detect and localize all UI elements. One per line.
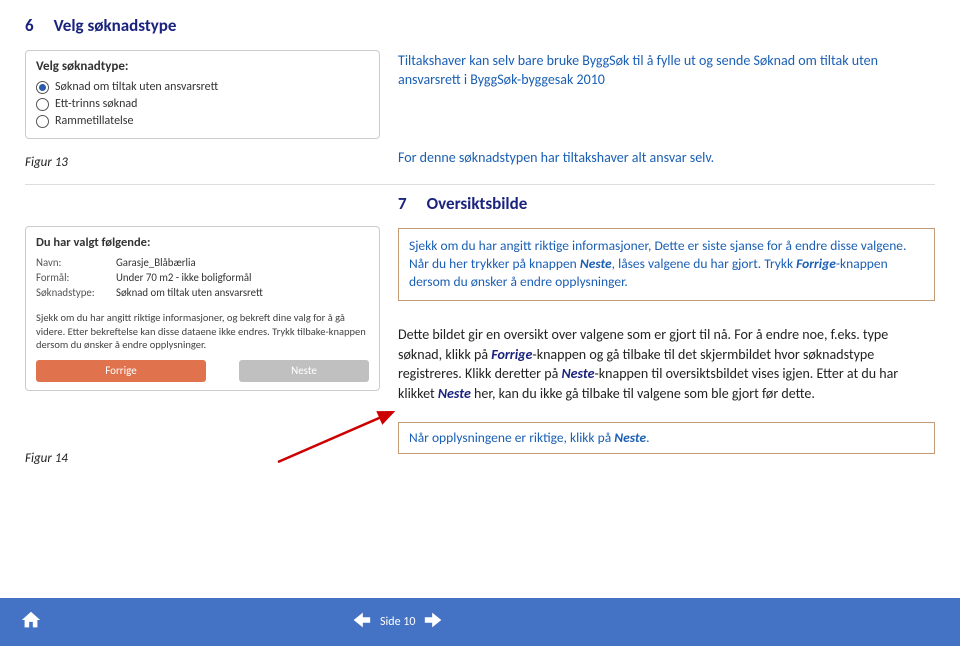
overview-name-val: Garasje_Blåbærlia (116, 256, 369, 269)
figure-13-caption: Figur 13 (25, 155, 380, 170)
box1-neste-word: Neste (580, 255, 612, 272)
radio-icon (36, 81, 49, 94)
box1-text-b: , låses valgene du har gjort. Trykk (612, 255, 797, 272)
overview-formal-val: Under 70 m2 - ikke boligformål (116, 271, 369, 284)
body-em-neste-1: Neste (561, 365, 594, 382)
section-7-box-2: Når opplysningene er riktige, klikk på N… (398, 422, 935, 454)
neste-button[interactable]: Neste (239, 360, 369, 382)
overview-type-key: Søknadstype: (36, 286, 116, 299)
body-em-forrige: Forrige (491, 346, 532, 363)
figure-14-caption: Figur 14 (25, 451, 380, 466)
overview-name-key: Navn: (36, 256, 116, 269)
section-6-intro: Tiltakshaver kan selv bare bruke ByggSøk… (398, 52, 935, 90)
body-part-d: her, kan du ikke gå tilbake til valgene … (471, 385, 815, 402)
home-icon[interactable] (20, 609, 42, 636)
forrige-button[interactable]: Forrige (36, 360, 206, 382)
overview-type-val: Søknad om tiltak uten ansvarsrett (116, 286, 369, 299)
section-7-box-1: Sjekk om du har angitt riktige informasj… (398, 228, 935, 301)
body-em-neste-2: Neste (438, 385, 471, 402)
radio-icon (36, 115, 49, 128)
overview-formal-key: Formål: (36, 271, 116, 284)
radio-panel-heading: Velg søknadtype: (36, 59, 369, 74)
box2-neste-word: Neste (614, 429, 646, 446)
section-6-number: 6 (25, 15, 34, 36)
overview-instruction: Sjekk om du har angitt riktige informasj… (36, 311, 369, 352)
overview-heading: Du har valgt følgende: (36, 235, 369, 250)
radio-label: Ett-trinns søknad (55, 97, 137, 111)
page-number-label: Side 10 (380, 615, 415, 629)
radio-label: Rammetillatelse (55, 114, 133, 128)
box2-text-a: Når opplysningene er riktige, klikk på (409, 429, 614, 446)
arrow-left-icon[interactable] (350, 609, 372, 636)
radio-label: Søknad om tiltak uten ansvarsrett (55, 80, 218, 94)
figure-13-radio-panel: Velg søknadtype: Søknad om tiltak uten a… (25, 50, 380, 139)
section-7-body: Dette bildet gir en oversikt over valgen… (398, 325, 935, 405)
section-7-number: 7 (398, 193, 407, 214)
radio-option-1[interactable]: Søknad om tiltak uten ansvarsrett (36, 80, 369, 94)
radio-option-2[interactable]: Ett-trinns søknad (36, 97, 369, 111)
box1-forrige-word: Forrige (796, 255, 836, 272)
section-6-ansvar: For denne søknadstypen har tiltakshaver … (398, 149, 935, 168)
figure-14-overview-panel: Du har valgt følgende: Navn: Garasje_Blå… (25, 226, 380, 391)
arrow-right-icon[interactable] (423, 609, 445, 636)
radio-icon (36, 98, 49, 111)
section-6-title: Velg søknadstype (54, 15, 177, 36)
radio-option-3[interactable]: Rammetillatelse (36, 114, 369, 128)
section-7-title: Oversiktsbilde (427, 193, 528, 214)
footer-bar: Side 10 (0, 598, 960, 646)
box2-text-b: . (646, 429, 649, 446)
